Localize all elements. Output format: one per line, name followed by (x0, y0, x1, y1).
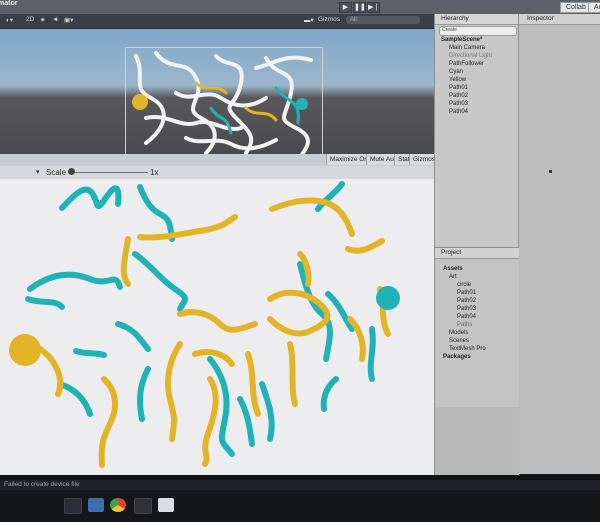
game-frame-outline (125, 47, 323, 159)
hierarchy-item[interactable]: Path04 (449, 109, 468, 115)
window-title-fragment: mator (0, 0, 18, 7)
game-paths-drawing (9, 181, 400, 468)
cyan-path-strokes (25, 181, 376, 457)
project-asset[interactable]: Path04 (457, 314, 476, 320)
lighting-icon[interactable]: ✷ (40, 16, 45, 24)
hierarchy-scene-root[interactable]: SampleScene* (441, 37, 482, 43)
effects-icon[interactable]: ▣▾ (64, 16, 73, 24)
scale-slider-track[interactable] (68, 172, 148, 173)
main-toolbar: mator ▶ ❚❚ ▶❘ Collab Acc (0, 0, 600, 14)
project-folder[interactable]: Models (449, 330, 468, 336)
hierarchy-item[interactable]: Path03 (449, 101, 468, 107)
scene-gizmos-dropdown[interactable]: Gizmos (318, 16, 340, 23)
hierarchy-panel: Hierarchy Create SampleScene* Main Camer… (434, 14, 519, 247)
play-button[interactable]: ▶ (339, 2, 352, 13)
audio-icon[interactable]: ◄ (52, 16, 58, 23)
step-button[interactable]: ▶❘ (367, 2, 380, 13)
game-view[interactable] (0, 179, 434, 475)
yellow-endpoint-marker (9, 334, 41, 366)
hierarchy-header: Hierarchy (435, 14, 519, 25)
project-title: Project (441, 249, 462, 256)
project-asset[interactable]: Path01 (457, 290, 476, 296)
project-asset[interactable]: Paths (457, 322, 472, 328)
console-status-bar[interactable]: Failed to create device file (0, 480, 600, 490)
project-asset[interactable]: Path03 (457, 306, 476, 312)
hierarchy-item[interactable]: Directional Light (449, 53, 492, 59)
shaded-icon[interactable]: ◐▾ (6, 16, 13, 24)
scene-toolbar: ◐▾ 2D ✷ ◄ ▣▾ ▬▾ Gizmos All (0, 14, 434, 29)
scene-paths-preview (132, 51, 313, 158)
project-folder[interactable]: Art (449, 274, 457, 280)
hierarchy-create-button[interactable]: Create (442, 27, 457, 33)
hierarchy-item[interactable]: Path01 (449, 85, 468, 91)
cyan-endpoint-marker (376, 286, 400, 310)
yellow-start-marker (132, 94, 148, 110)
unity-hub-icon[interactable] (158, 498, 174, 512)
unity-icon[interactable] (134, 498, 152, 514)
console-message: Failed to create device file (4, 481, 80, 488)
hierarchy-item[interactable]: PathFollower (449, 61, 484, 67)
hierarchy-item[interactable]: Yellow (449, 77, 466, 83)
empty-panel-area (434, 407, 519, 475)
hierarchy-item[interactable]: Path02 (449, 93, 468, 99)
2d-icon[interactable]: 2D (26, 16, 34, 23)
scene-view[interactable] (0, 29, 434, 159)
scale-slider-handle[interactable] (68, 168, 75, 175)
project-asset[interactable]: Path02 (457, 298, 476, 304)
game-view-toolbar: ▾ Scale 1x (0, 166, 434, 180)
account-button[interactable]: Acc (588, 2, 600, 13)
project-folder[interactable]: Assets (443, 266, 463, 272)
scale-value: 1x (150, 168, 159, 177)
chevron-down-icon[interactable]: ▾ (36, 168, 40, 176)
project-folder[interactable]: Scenes (449, 338, 469, 344)
inspector-title: Inspector (527, 15, 554, 22)
project-folder[interactable]: TextMesh Pro (449, 346, 486, 352)
project-header: Project (435, 248, 519, 259)
cyan-start-marker (296, 98, 308, 110)
file-explorer-icon[interactable] (88, 498, 104, 512)
pause-button[interactable]: ❚❚ (353, 2, 366, 13)
yellow-path-strokes (37, 197, 391, 468)
chrome-icon[interactable] (110, 498, 126, 512)
hierarchy-search-input[interactable]: Create (439, 26, 517, 36)
project-asset[interactable]: circle (457, 282, 471, 288)
project-panel: Project Assets Art circle Path01 Path02 … (434, 247, 519, 408)
inspector-header: Inspector (519, 14, 600, 25)
task-view-icon[interactable] (64, 498, 82, 514)
hierarchy-item[interactable]: Main Camera (449, 45, 485, 51)
camera-icon[interactable]: ▬▾ (304, 16, 314, 24)
inspector-panel: Inspector (518, 14, 600, 474)
hierarchy-item[interactable]: Cyan (449, 69, 463, 75)
scale-label: Scale (46, 168, 67, 177)
cursor-dot (549, 170, 552, 173)
project-folder[interactable]: Packages (443, 354, 471, 360)
hierarchy-title: Hierarchy (441, 15, 469, 22)
scene-search-input[interactable]: All (346, 16, 420, 24)
scene-panel: ◐▾ 2D ✷ ◄ ▣▾ ▬▾ Gizmos All (0, 14, 434, 159)
